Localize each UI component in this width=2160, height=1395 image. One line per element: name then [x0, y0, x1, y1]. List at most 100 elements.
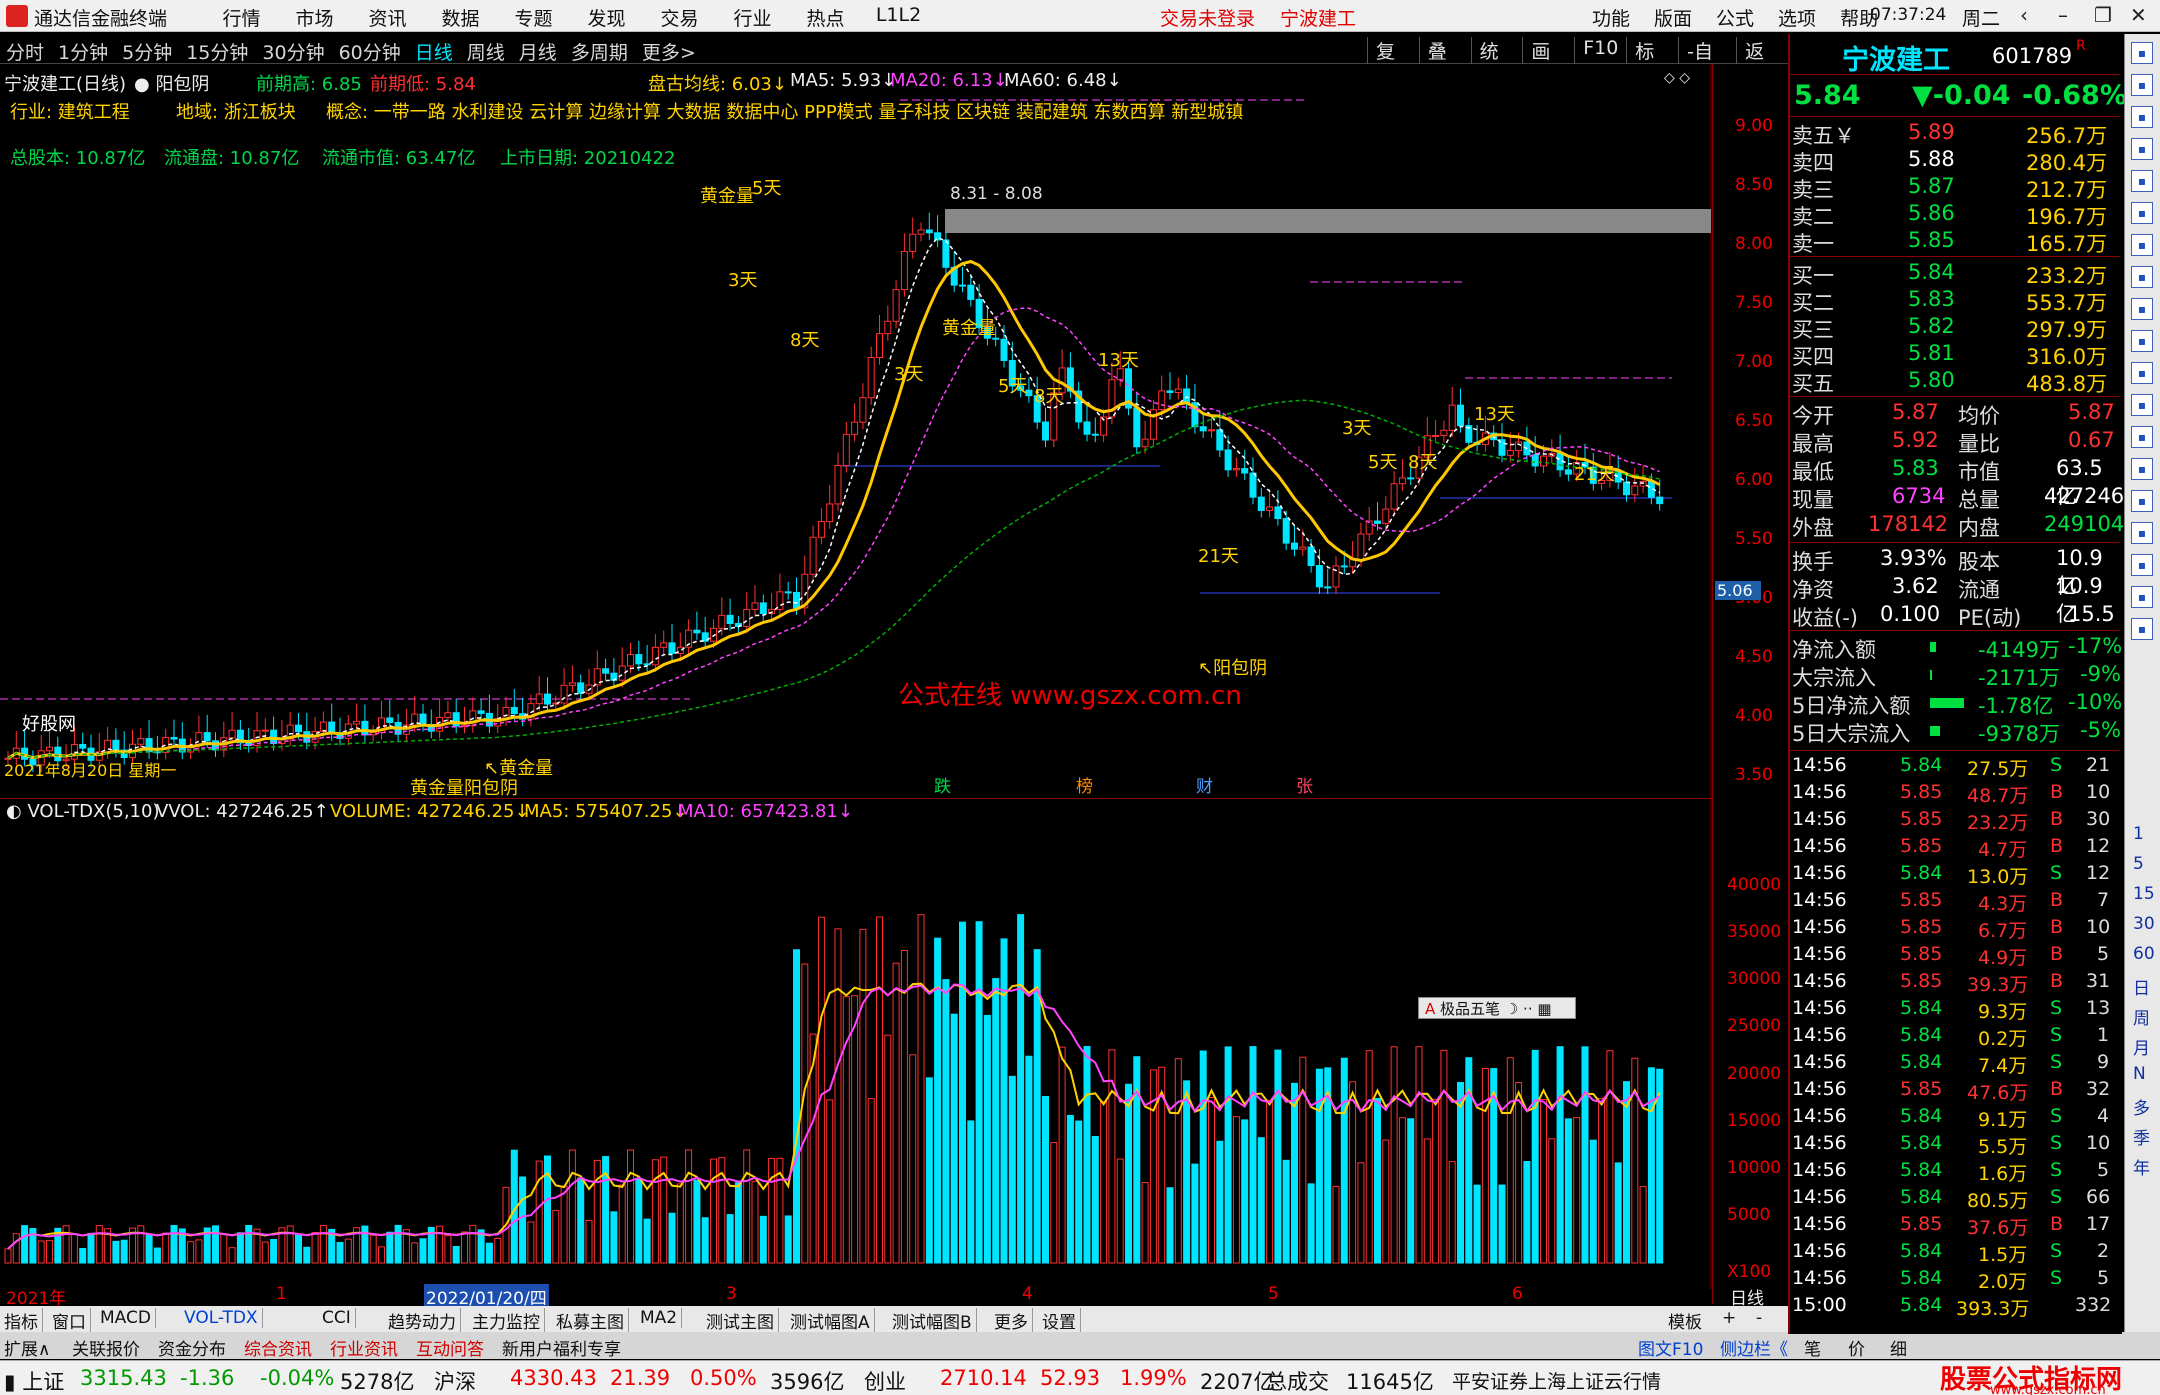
period-shortcut[interactable]: 5 [2133, 854, 2144, 874]
period-shortcut[interactable]: 日 [2133, 974, 2150, 999]
period-7[interactable]: 周线 [467, 38, 505, 65]
period-3[interactable]: 15分钟 [186, 38, 248, 65]
period-9[interactable]: 多周期 [571, 38, 628, 65]
menu-trade[interactable]: 交易 [643, 4, 716, 31]
indicator-tab-13[interactable]: 设置 [1042, 1308, 1081, 1333]
menu-l1l2[interactable]: L1L2 [862, 4, 935, 31]
back-icon[interactable]: ‹ [2020, 3, 2028, 27]
bid-row[interactable]: 买二 5.83 553.7万 [1790, 287, 2120, 315]
circle-icon[interactable]: ▪ [2131, 426, 2153, 448]
index-name[interactable]: ▮ 上证 [4, 1366, 64, 1395]
diamond-icon[interactable]: ◇ ◇ [1664, 70, 1690, 86]
chart-icon[interactable]: ▪ [2131, 138, 2153, 160]
menu-layout[interactable]: 版面 [1654, 4, 1692, 31]
ext-tab-4[interactable]: 行业资讯 [330, 1335, 398, 1360]
menu-function[interactable]: 功能 [1592, 4, 1630, 31]
up-icon[interactable]: ▪ [2131, 42, 2153, 64]
line-icon[interactable]: ▪ [2131, 202, 2153, 224]
indicator-tab-8[interactable]: MA2 [640, 1308, 683, 1328]
pen-icon[interactable]: ▪ [2131, 554, 2153, 576]
indicator-tab-3[interactable]: VOL-TDX [184, 1308, 263, 1328]
period-5[interactable]: 60分钟 [339, 38, 401, 65]
indicator-tab-2[interactable]: MACD [100, 1308, 156, 1328]
indicator-tab-4[interactable]: CCI [322, 1308, 356, 1328]
menu-data[interactable]: 数据 [424, 4, 497, 31]
template-tab-1[interactable]: + [1722, 1308, 1736, 1328]
up-icon[interactable]: ▪ [2131, 74, 2153, 96]
ext-right-tab-1[interactable]: 侧边栏《 [1720, 1335, 1788, 1360]
period-shortcut[interactable]: 月 [2133, 1034, 2150, 1059]
bid-row[interactable]: 买四 5.81 316.0万 [1790, 341, 2120, 369]
period-8[interactable]: 月线 [519, 38, 557, 65]
menu-formula[interactable]: 公式 [1716, 4, 1754, 31]
period-4[interactable]: 30分钟 [262, 38, 324, 65]
volume-chart[interactable]: ◐ VOL-TDX(5,10) VVOL: 427246.25↑ VOLUME:… [0, 798, 1712, 1289]
indicator-tab-11[interactable]: 测试幅图B [892, 1308, 977, 1333]
menu-options[interactable]: 选项 [1778, 4, 1816, 31]
dots-icon[interactable]: ▪ [2131, 618, 2153, 640]
ext-tab-2[interactable]: 资金分布 [158, 1335, 226, 1360]
bar-icon[interactable]: ▪ [2131, 170, 2153, 192]
template-tab-0[interactable]: 模板 [1668, 1308, 1702, 1333]
ext-right-tab-0[interactable]: 图文F10 [1638, 1335, 1703, 1360]
f10-icon[interactable]: ▪ [2131, 298, 2153, 320]
kline-chart[interactable]: 黄金量 5天 3天 8天 黄金量 3天 5天 8天 13天 21天 ↖阳包阴 3天 5天 8天 13天 21天… [0, 64, 1712, 798]
indicator-tab-9[interactable]: 测试主图 [706, 1308, 779, 1333]
menu-hot[interactable]: 热点 [789, 4, 862, 31]
rsi-icon[interactable]: ▪ [2131, 490, 2153, 512]
period-shortcut[interactable]: 60 [2133, 944, 2155, 964]
indicator-tab-7[interactable]: 私募主图 [556, 1308, 629, 1333]
user-icon[interactable]: ▪ [2131, 458, 2153, 480]
ask-row[interactable]: 卖五￥ 5.89 256.7万 [1790, 120, 2120, 148]
period-6[interactable]: 日线 [415, 38, 453, 65]
restore-icon[interactable]: ❐ [2094, 3, 2112, 27]
indicator-tab-12[interactable]: 更多 [994, 1308, 1033, 1333]
volume-svg[interactable] [0, 799, 1712, 1289]
index-name[interactable]: 沪深 [434, 1366, 476, 1395]
ask-row[interactable]: 卖三 5.87 212.7万 [1790, 174, 2120, 202]
indicator-tab-0[interactable]: 指标 [4, 1308, 43, 1333]
ext-tab-5[interactable]: 互动问答 [416, 1335, 484, 1360]
ime-toolbar[interactable]: A 极品五笔 ☽ ·· ▦ [1418, 997, 1576, 1019]
menu-discover[interactable]: 发现 [570, 4, 643, 31]
kline-svg[interactable]: 黄金量5天3天8天黄金量3天5天 8天13天21天↖阳包阴3天5天 8天13天21天… [0, 64, 1712, 798]
period-shortcut[interactable]: 15 [2133, 884, 2155, 904]
fs-icon[interactable]: ▪ [2131, 586, 2153, 608]
period-shortcut[interactable]: 年 [2133, 1154, 2150, 1179]
bid-row[interactable]: 买一 5.84 233.2万 [1790, 260, 2120, 288]
menu-news[interactable]: 资讯 [351, 4, 424, 31]
menu-industry[interactable]: 行业 [716, 4, 789, 31]
ext-tab-0[interactable]: 扩展∧ [4, 1335, 50, 1360]
period-0[interactable]: 分时 [6, 38, 44, 65]
ask-row[interactable]: 卖四 5.88 280.4万 [1790, 147, 2120, 175]
period-2[interactable]: 5分钟 [122, 38, 172, 65]
ext-tab-3[interactable]: 综合资讯 [244, 1335, 312, 1360]
news-icon[interactable]: ▪ [2131, 234, 2153, 256]
menu-topic[interactable]: 专题 [497, 4, 570, 31]
up-icon[interactable]: ▪ [2131, 106, 2153, 128]
close-icon[interactable]: ✕ [2130, 3, 2147, 27]
period-shortcut[interactable]: 多 [2133, 1094, 2150, 1119]
calendar-icon[interactable]: ▪ [2131, 266, 2153, 288]
f-icon[interactable]: ▪ [2131, 330, 2153, 352]
ask-row[interactable]: 卖一 5.85 165.7万 [1790, 228, 2120, 256]
template-tab-2[interactable]: - [1756, 1308, 1762, 1328]
ext-right-tab-2[interactable]: 笔 [1804, 1335, 1821, 1360]
ask-row[interactable]: 卖二 5.86 196.7万 [1790, 201, 2120, 229]
period-shortcut[interactable]: 1 [2133, 824, 2144, 844]
period-10[interactable]: 更多> [642, 38, 696, 65]
ext-right-tab-3[interactable]: 价 [1848, 1335, 1865, 1360]
ext-tab-6[interactable]: 新用户福利专享 [502, 1335, 621, 1360]
menu-quote[interactable]: 行情 [205, 4, 278, 31]
bid-row[interactable]: 买五 5.80 483.8万 [1790, 368, 2120, 396]
period-1[interactable]: 1分钟 [58, 38, 108, 65]
ext-tab-1[interactable]: 关联报价 [72, 1335, 140, 1360]
minimize-icon[interactable]: – [2058, 3, 2068, 27]
f-icon[interactable]: ▪ [2131, 362, 2153, 384]
ext-right-tab-4[interactable]: 细 [1890, 1335, 1907, 1360]
period-shortcut[interactable]: N [2133, 1064, 2146, 1084]
f-icon[interactable]: ▪ [2131, 394, 2153, 416]
move-icon[interactable]: ▪ [2131, 522, 2153, 544]
bid-row[interactable]: 买三 5.82 297.9万 [1790, 314, 2120, 342]
period-shortcut[interactable]: 周 [2133, 1004, 2150, 1029]
